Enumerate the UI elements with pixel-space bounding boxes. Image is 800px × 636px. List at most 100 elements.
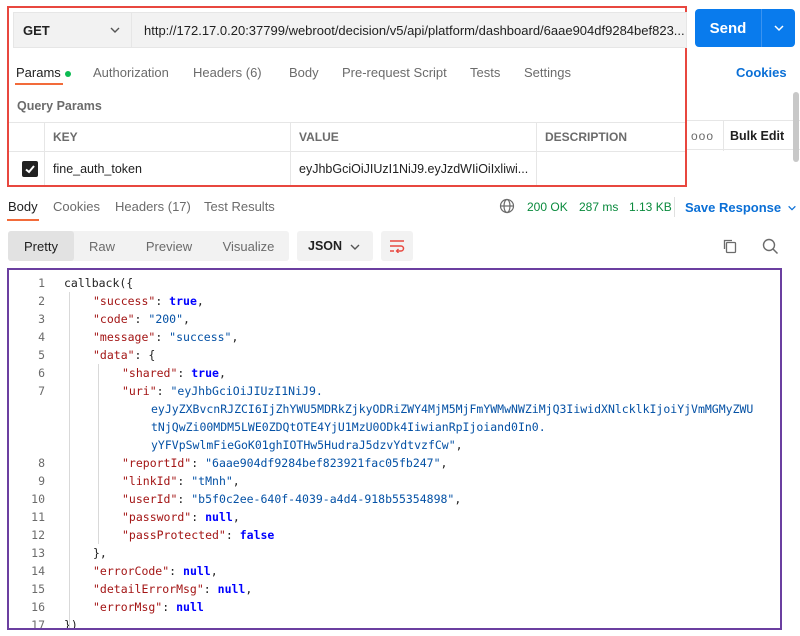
send-button[interactable]: Send: [695, 9, 795, 47]
url-input[interactable]: http://172.17.0.20:37799/webroot/decisio…: [131, 12, 687, 48]
param-description[interactable]: [537, 152, 685, 185]
code-line: eyJyZXBvcnRJZCI6IjZhYWU5MDRkZjkyODRiZWY4…: [9, 400, 780, 418]
tab-pre-request-script[interactable]: Pre-request Script: [342, 65, 447, 80]
code-token: ,: [231, 330, 239, 344]
scrollbar[interactable]: [793, 92, 799, 162]
params-table: KEY VALUE DESCRIPTION fine_auth_token ey…: [9, 122, 685, 185]
code-line: 9 "linkId": "tMnh",: [9, 472, 780, 490]
code-text: "detailErrorMsg": null,: [93, 580, 252, 598]
save-response-button[interactable]: Save Response: [685, 200, 797, 216]
code-token: ,: [196, 294, 204, 308]
code-token: "code": [93, 312, 135, 326]
method-select[interactable]: GET: [13, 12, 131, 48]
line-number: 4: [38, 330, 45, 344]
send-button-label: Send: [709, 19, 747, 37]
cookies-link[interactable]: Cookies: [736, 65, 787, 80]
tab-settings[interactable]: Settings: [524, 65, 571, 80]
code-token: null: [205, 510, 233, 524]
line-number: 15: [31, 582, 45, 596]
code-line: 14 "errorCode": null,: [9, 562, 780, 580]
code-text: "success": true,: [93, 292, 204, 310]
code-token: }): [64, 618, 78, 630]
url-bar: GET http://172.17.0.20:37799/webroot/dec…: [9, 8, 687, 52]
tab-test-results[interactable]: Test Results: [204, 199, 275, 214]
code-token: "linkId": [122, 474, 178, 488]
param-value[interactable]: eyJhbGciOiJIUzI1NiJ9.eyJzdWIiOiIxliwi...: [291, 152, 537, 185]
chevron-down-icon: [787, 201, 797, 216]
line-number: 7: [38, 384, 45, 398]
tab-response-headers[interactable]: Headers (17): [115, 199, 191, 214]
value-column-header: VALUE: [291, 123, 537, 151]
code-line: 6 "shared": true,: [9, 364, 780, 382]
line-number: 8: [38, 456, 45, 470]
code-token: true: [191, 366, 219, 380]
code-token: :: [156, 384, 171, 398]
format-preview[interactable]: Preview: [130, 231, 208, 261]
tab-authorization[interactable]: Authorization: [93, 65, 169, 80]
code-token: ,: [440, 456, 448, 470]
tab-response-cookies[interactable]: Cookies: [53, 199, 100, 214]
param-checkbox[interactable]: [22, 160, 38, 177]
key-column-header: KEY: [45, 123, 291, 151]
format-visualize[interactable]: Visualize: [208, 231, 289, 261]
tab-params[interactable]: Params: [16, 65, 71, 80]
search-icon[interactable]: [762, 238, 779, 258]
format-pretty[interactable]: Pretty: [8, 231, 74, 261]
code-line: 1 callback({: [9, 274, 780, 292]
globe-icon[interactable]: [499, 198, 515, 217]
code-token: :: [134, 312, 149, 326]
bulk-edit-button[interactable]: Bulk Edit: [730, 129, 784, 143]
code-token: yYFVpSwlmFieGoK01ghIOTHw5HudraJ5dzvYdtvz…: [151, 438, 456, 452]
line-number: 10: [31, 492, 45, 506]
code-text: }): [64, 616, 78, 630]
active-tab-underline: [15, 83, 63, 85]
tab-headers[interactable]: Headers (6): [193, 65, 262, 80]
chevron-down-icon: [349, 241, 361, 256]
more-options-icon[interactable]: ooo: [691, 129, 714, 143]
response-size[interactable]: 1.13 KB: [629, 200, 672, 214]
code-token: "errorMsg": [93, 600, 163, 614]
language-select[interactable]: JSON: [297, 231, 373, 261]
code-text: },: [93, 544, 107, 562]
line-number: 3: [38, 312, 45, 326]
code-token: "reportId": [122, 456, 192, 470]
query-params-title: Query Params: [17, 99, 102, 113]
code-token: null: [183, 564, 211, 578]
code-token: "eyJhbGciOiJIUzI1NiJ9.: [170, 384, 323, 398]
code-token: "success": [93, 294, 156, 308]
code-token: "success": [169, 330, 232, 344]
code-token: :: [177, 366, 192, 380]
code-lines: 1 callback({2 "success": true, 3 "code": "20…: [9, 274, 780, 630]
response-time[interactable]: 287 ms: [579, 200, 618, 214]
line-number: 17: [31, 618, 45, 630]
header-divider: [723, 121, 724, 151]
description-column-header: DESCRIPTION: [545, 130, 628, 144]
chevron-down-icon[interactable]: [762, 22, 795, 34]
tab-response-body[interactable]: Body: [8, 199, 38, 214]
code-text: eyJyZXBvcnRJZCI6IjZhYWU5MDRkZjkyODRiZWY4…: [151, 400, 753, 418]
code-text: yYFVpSwlmFieGoK01ghIOTHw5HudraJ5dzvYdtvz…: [151, 436, 463, 454]
code-text: "errorMsg": null: [93, 598, 204, 616]
code-token: ,: [232, 510, 240, 524]
code-token: :: [169, 564, 184, 578]
status-code[interactable]: 200 OK: [527, 200, 568, 214]
param-key[interactable]: fine_auth_token: [45, 152, 291, 185]
table-row: fine_auth_token eyJhbGciOiJIUzI1NiJ9.eyJ…: [9, 152, 685, 185]
method-label: GET: [23, 22, 50, 38]
language-label: JSON: [308, 239, 343, 253]
code-token: true: [169, 294, 197, 308]
code-line: yYFVpSwlmFieGoK01ghIOTHw5HudraJ5dzvYdtvz…: [9, 436, 780, 454]
wrap-lines-button[interactable]: [381, 231, 413, 261]
code-token: "200": [148, 312, 184, 326]
code-line: 11 "password": null,: [9, 508, 780, 526]
code-token: "passProtected": [122, 528, 226, 542]
code-text: "data": {: [93, 346, 155, 364]
code-token: ,: [245, 582, 253, 596]
code-token: :: [203, 582, 218, 596]
copy-icon[interactable]: [722, 238, 738, 257]
tab-tests[interactable]: Tests: [470, 65, 500, 80]
tab-body[interactable]: Body: [289, 65, 319, 80]
params-header-row: KEY VALUE DESCRIPTION: [9, 122, 685, 152]
format-raw[interactable]: Raw: [74, 231, 130, 261]
response-body-viewer[interactable]: 1 callback({2 "success": true, 3 "code": "20…: [7, 268, 782, 630]
